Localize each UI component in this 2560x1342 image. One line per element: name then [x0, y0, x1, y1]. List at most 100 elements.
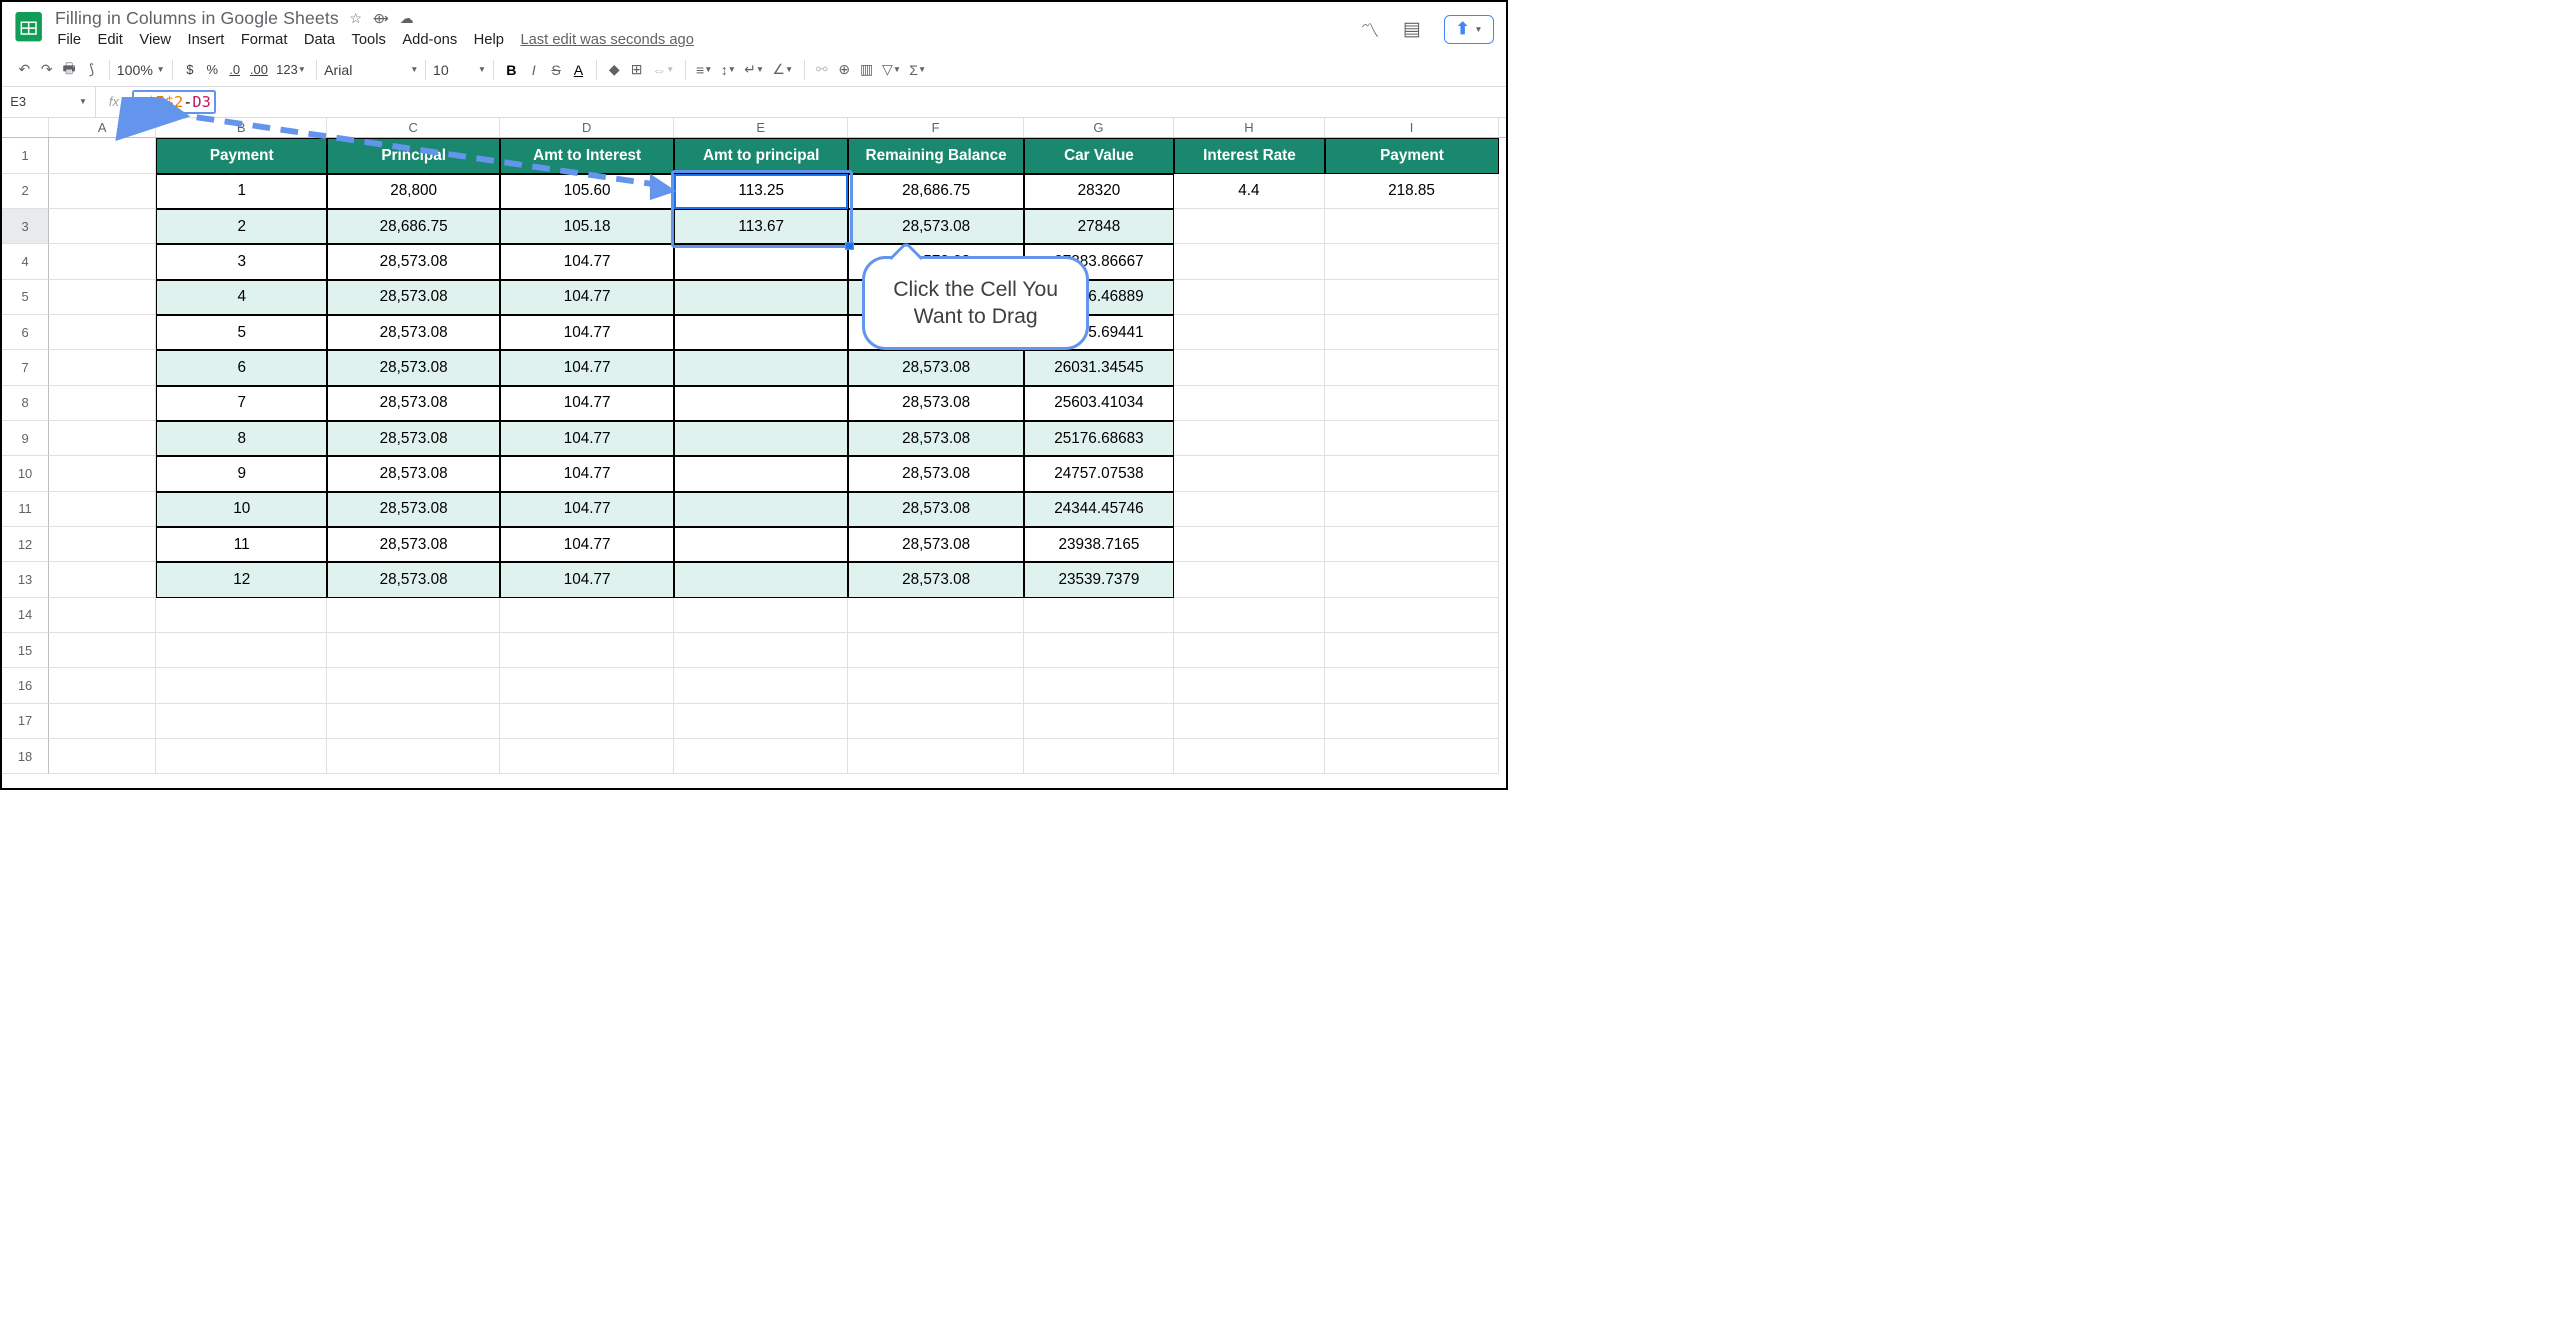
cell-blank-16-8[interactable] — [1325, 668, 1499, 703]
cell-interest-11[interactable]: 104.77 — [500, 492, 674, 527]
cell-pay-10[interactable] — [1325, 456, 1499, 491]
cell-blank-18-1[interactable] — [156, 739, 327, 774]
cell-blank-14-5[interactable] — [848, 598, 1024, 633]
row-header-2[interactable]: 2 — [2, 174, 49, 209]
cell-payment-7[interactable]: 6 — [156, 350, 327, 385]
cell-car-11[interactable]: 24344.45746 — [1024, 492, 1174, 527]
redo-button[interactable]: ↷ — [36, 59, 57, 80]
undo-button[interactable]: ↶ — [14, 59, 35, 80]
col-A[interactable]: A — [49, 118, 156, 138]
cell-blank-18-5[interactable] — [848, 739, 1024, 774]
cell-amtprin-10[interactable] — [674, 456, 848, 491]
cell-principal-13[interactable]: 28,573.08 — [327, 562, 500, 597]
cell-interest-3[interactable]: 105.18 — [500, 209, 674, 244]
cell-rate-7[interactable] — [1174, 350, 1325, 385]
col-D[interactable]: D — [500, 118, 674, 138]
cell-principal-12[interactable]: 28,573.08 — [327, 527, 500, 562]
cell-blank-17-6[interactable] — [1024, 704, 1174, 739]
col-G[interactable]: G — [1024, 118, 1174, 138]
row-header-12[interactable]: 12 — [2, 527, 49, 562]
menu-help[interactable]: Help — [474, 32, 504, 48]
cell-car-3[interactable]: 27848 — [1024, 209, 1174, 244]
font-select[interactable]: Arial▼ — [324, 62, 418, 78]
star-icon[interactable]: ☆ — [349, 10, 362, 27]
cell-principal-3[interactable]: 28,686.75 — [327, 209, 500, 244]
cell-principal-6[interactable]: 28,573.08 — [327, 315, 500, 350]
menu-tools[interactable]: Tools — [352, 32, 386, 48]
cell-A4[interactable] — [49, 244, 156, 279]
chart-button[interactable]: ▥ — [856, 59, 877, 80]
merge-button[interactable]: ⇔▼ — [648, 59, 677, 80]
cell-pay-6[interactable] — [1325, 315, 1499, 350]
valign-button[interactable]: ↕▼ — [717, 59, 739, 80]
cell-rate-6[interactable] — [1174, 315, 1325, 350]
paint-format-button[interactable]: ⟆ — [81, 59, 102, 80]
header-2[interactable]: Amt to Interest — [500, 138, 674, 173]
column-headers[interactable]: A B C D E F G H I — [2, 118, 1506, 139]
cell-blank-17-0[interactable] — [49, 704, 156, 739]
cell-A9[interactable] — [49, 421, 156, 456]
cell-blank-16-5[interactable] — [848, 668, 1024, 703]
menu-addons[interactable]: Add-ons — [402, 32, 457, 48]
cell-A8[interactable] — [49, 386, 156, 421]
row-header-14[interactable]: 14 — [2, 598, 49, 633]
cell-pay-13[interactable] — [1325, 562, 1499, 597]
cells-area[interactable]: PaymentPrincipalAmt to InterestAmt to pr… — [49, 138, 1499, 774]
comment-button[interactable]: ⊕ — [834, 59, 855, 80]
cell-payment-13[interactable]: 12 — [156, 562, 327, 597]
cell-blank-14-4[interactable] — [674, 598, 848, 633]
name-box[interactable]: E3▼ — [2, 87, 96, 117]
cell-rate-11[interactable] — [1174, 492, 1325, 527]
cell-payment-3[interactable]: 2 — [156, 209, 327, 244]
cell-car-12[interactable]: 23938.7165 — [1024, 527, 1174, 562]
cell-amtprin-13[interactable] — [674, 562, 848, 597]
cell-pay-12[interactable] — [1325, 527, 1499, 562]
header-1[interactable]: Principal — [327, 138, 500, 173]
menu-insert[interactable]: Insert — [188, 32, 225, 48]
cell-blank-16-6[interactable] — [1024, 668, 1174, 703]
italic-button[interactable]: I — [523, 59, 544, 80]
percent-button[interactable]: % — [202, 59, 223, 80]
cell-blank-15-6[interactable] — [1024, 633, 1174, 668]
cell-balance-13[interactable]: 28,573.08 — [848, 562, 1024, 597]
cell-car-13[interactable]: 23539.7379 — [1024, 562, 1174, 597]
cell-car-7[interactable]: 26031.34545 — [1024, 350, 1174, 385]
cell-balance-9[interactable]: 28,573.08 — [848, 421, 1024, 456]
row-header-9[interactable]: 9 — [2, 421, 49, 456]
menu-edit[interactable]: Edit — [98, 32, 123, 48]
row-header-11[interactable]: 11 — [2, 492, 49, 527]
cell-amtprin-3[interactable]: 113.67 — [674, 209, 848, 244]
cell-blank-16-7[interactable] — [1174, 668, 1325, 703]
cell-balance-11[interactable]: 28,573.08 — [848, 492, 1024, 527]
cell-interest-7[interactable]: 104.77 — [500, 350, 674, 385]
cell-principal-7[interactable]: 28,573.08 — [327, 350, 500, 385]
col-H[interactable]: H — [1174, 118, 1325, 138]
cell-amtprin-6[interactable] — [674, 315, 848, 350]
cell-car-8[interactable]: 25603.41034 — [1024, 386, 1174, 421]
cell-interest-5[interactable]: 104.77 — [500, 280, 674, 315]
cell-principal-8[interactable]: 28,573.08 — [327, 386, 500, 421]
cell-amtprin-7[interactable] — [674, 350, 848, 385]
cell-blank-14-6[interactable] — [1024, 598, 1174, 633]
cell-amtprin-5[interactable] — [674, 280, 848, 315]
cell-A5[interactable] — [49, 280, 156, 315]
menu-file[interactable]: File — [57, 32, 81, 48]
cell-blank-17-5[interactable] — [848, 704, 1024, 739]
more-formats-button[interactable]: 123▼ — [273, 59, 310, 80]
text-color-button[interactable]: A — [568, 59, 589, 80]
currency-button[interactable]: $ — [179, 59, 200, 80]
cell-interest-12[interactable]: 104.77 — [500, 527, 674, 562]
cell-interest-8[interactable]: 104.77 — [500, 386, 674, 421]
row-header-7[interactable]: 7 — [2, 350, 49, 385]
cell-balance-12[interactable]: 28,573.08 — [848, 527, 1024, 562]
cell-payment-10[interactable]: 9 — [156, 456, 327, 491]
header-6[interactable]: Interest Rate — [1174, 138, 1325, 173]
cell-blank-17-4[interactable] — [674, 704, 848, 739]
cell-payment-6[interactable]: 5 — [156, 315, 327, 350]
cell-A7[interactable] — [49, 350, 156, 385]
cell-principal-11[interactable]: 28,573.08 — [327, 492, 500, 527]
share-button[interactable]: ⬆▼ — [1444, 15, 1494, 44]
cell-blank-14-3[interactable] — [500, 598, 674, 633]
cell-balance-8[interactable]: 28,573.08 — [848, 386, 1024, 421]
cell-rate-2[interactable]: 4.4 — [1174, 174, 1325, 209]
